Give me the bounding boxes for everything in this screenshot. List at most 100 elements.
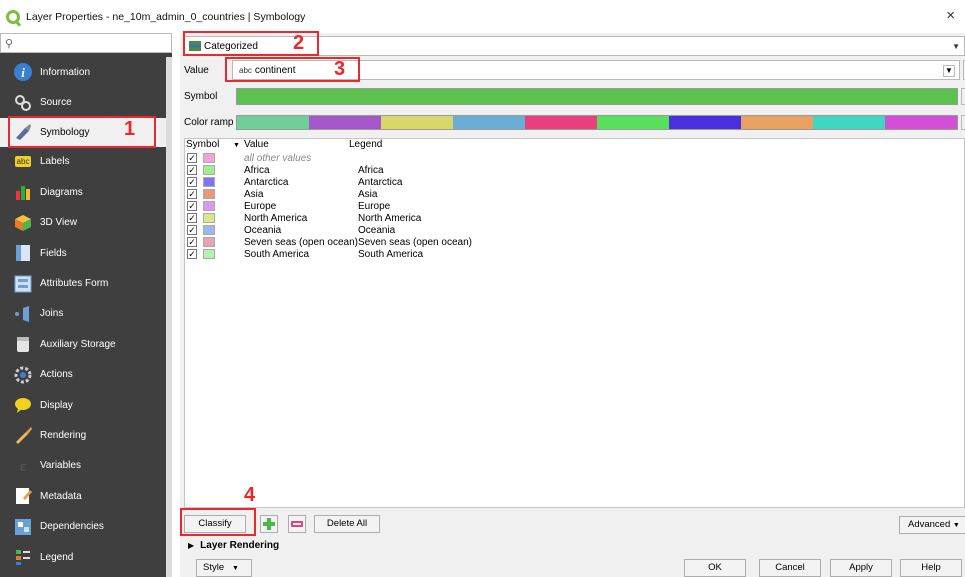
- row-checkbox[interactable]: ✓: [187, 225, 197, 235]
- sidebar-item-metadata[interactable]: Metadata: [0, 481, 166, 511]
- search-input[interactable]: [17, 36, 157, 50]
- header-legend[interactable]: Legend: [349, 139, 382, 152]
- display-icon: [12, 394, 34, 416]
- sidebar-item-dependencies[interactable]: Dependencies: [0, 511, 166, 541]
- table-row[interactable]: ✓ South America South America: [185, 248, 965, 260]
- advanced-button[interactable]: Advanced ▼: [899, 516, 965, 534]
- row-checkbox[interactable]: ✓: [187, 177, 197, 187]
- sidebar-item-attributes-form[interactable]: Attributes Form: [0, 268, 166, 298]
- chevron-down-icon: ▼: [952, 522, 960, 529]
- sidebar-item-label: Legend: [40, 551, 74, 563]
- table-row[interactable]: ✓ all other values: [185, 152, 965, 164]
- sidebar-item-display[interactable]: Display: [0, 390, 166, 420]
- row-value: all other values: [244, 152, 312, 164]
- color-ramp-stop: [741, 116, 813, 129]
- sidebar-item-actions[interactable]: Actions: [0, 360, 166, 390]
- sidebar-item-fields[interactable]: Fields: [0, 238, 166, 268]
- chevron-down-icon: ▼: [952, 42, 960, 51]
- sidebar-item-labels[interactable]: abc Labels: [0, 147, 166, 177]
- chevron-down-icon: ▼: [232, 565, 239, 572]
- color-ramp-stop: [309, 116, 381, 129]
- row-symbol-swatch[interactable]: [203, 189, 215, 199]
- table-row[interactable]: ✓ Seven seas (open ocean) Seven seas (open…: [185, 236, 965, 248]
- sidebar-search[interactable]: ⚲: [0, 33, 172, 53]
- expand-icon: ▶: [188, 541, 195, 550]
- window-titlebar: Layer Properties - ne_10m_admin_0_countr…: [0, 0, 965, 33]
- layer-rendering-toggle[interactable]: ▶ Layer Rendering: [188, 540, 279, 551]
- sidebar-item-information[interactable]: i Information: [0, 57, 166, 87]
- color-ramp-menu-button[interactable]: [961, 115, 965, 130]
- row-symbol-swatch[interactable]: [203, 225, 215, 235]
- ok-button[interactable]: OK: [684, 559, 746, 577]
- sidebar-item-auxiliary-storage[interactable]: Auxiliary Storage: [0, 329, 166, 359]
- row-value: North America: [244, 212, 308, 224]
- row-checkbox[interactable]: ✓: [187, 153, 197, 163]
- sidebar-item-label: Attributes Form: [40, 278, 109, 290]
- layer-rendering-label: Layer Rendering: [200, 540, 280, 551]
- dependencies-icon: [12, 516, 34, 538]
- row-value: Seven seas (open ocean): [244, 236, 358, 248]
- row-value: Antarctica: [244, 176, 289, 188]
- sidebar-item-source[interactable]: Source: [0, 87, 166, 117]
- sidebar-item-label: Auxiliary Storage: [40, 338, 116, 350]
- remove-category-button[interactable]: [288, 515, 306, 533]
- row-checkbox[interactable]: ✓: [187, 249, 197, 259]
- row-symbol-swatch[interactable]: [203, 237, 215, 247]
- symbol-menu-button[interactable]: [961, 88, 965, 105]
- chevron-down-icon[interactable]: ▼: [943, 65, 955, 77]
- source-icon: [12, 92, 34, 114]
- header-symbol[interactable]: Symbol: [185, 139, 233, 152]
- table-row[interactable]: ✓ Antarctica Antarctica: [185, 176, 965, 188]
- cube-icon: [12, 212, 34, 234]
- row-legend: South America: [358, 248, 424, 260]
- sidebar-item-label: Source: [40, 97, 72, 109]
- close-icon[interactable]: ×: [946, 8, 955, 23]
- color-ramp-stop: [885, 116, 957, 129]
- row-checkbox[interactable]: ✓: [187, 165, 197, 175]
- table-row[interactable]: ✓ Asia Asia: [185, 188, 965, 200]
- table-row[interactable]: ✓ Europe Europe: [185, 200, 965, 212]
- symbol-button[interactable]: [236, 88, 958, 105]
- row-symbol-swatch[interactable]: [203, 249, 215, 259]
- sidebar-item-3d-view[interactable]: 3D View: [0, 208, 166, 238]
- row-checkbox[interactable]: ✓: [187, 189, 197, 199]
- add-category-button[interactable]: [260, 515, 278, 533]
- sidebar-item-label: Dependencies: [40, 521, 104, 533]
- sidebar-item-joins[interactable]: Joins: [0, 299, 166, 329]
- row-checkbox[interactable]: ✓: [187, 213, 197, 223]
- sidebar-item-legend[interactable]: Legend: [0, 542, 166, 572]
- header-value-label: Value: [243, 139, 269, 150]
- row-symbol-swatch[interactable]: [203, 165, 215, 175]
- storage-icon: [12, 333, 34, 355]
- row-symbol-swatch[interactable]: [203, 177, 215, 187]
- sidebar-item-label: Variables: [40, 460, 81, 472]
- labels-icon: abc: [12, 151, 34, 173]
- cancel-button[interactable]: Cancel: [759, 559, 821, 577]
- table-row[interactable]: ✓ Africa Africa: [185, 164, 965, 176]
- value-label: Value: [184, 65, 209, 76]
- row-symbol-swatch[interactable]: [203, 213, 215, 223]
- sidebar-item-label: Fields: [40, 247, 67, 259]
- row-symbol-swatch[interactable]: [203, 153, 215, 163]
- categories-table[interactable]: Symbol ▼ Value Legend ✓ all other values ✓ A…: [184, 138, 965, 508]
- sidebar-item-label: Information: [40, 66, 91, 78]
- sidebar-item-label: Actions: [40, 369, 73, 381]
- help-button[interactable]: Help: [900, 559, 962, 577]
- row-value: Europe: [244, 200, 277, 212]
- style-button[interactable]: Style ▼: [196, 559, 252, 577]
- color-ramp-button[interactable]: [236, 115, 958, 130]
- header-value[interactable]: ▼ Value: [233, 139, 349, 152]
- sidebar-item-variables[interactable]: ε Variables: [0, 451, 166, 481]
- row-checkbox[interactable]: ✓: [187, 201, 197, 211]
- sidebar-scrollbar[interactable]: [166, 57, 172, 577]
- sidebar-item-diagrams[interactable]: Diagrams: [0, 177, 166, 207]
- table-row[interactable]: ✓ Oceania Oceania: [185, 224, 965, 236]
- svg-text:i: i: [21, 65, 25, 80]
- row-checkbox[interactable]: ✓: [187, 237, 197, 247]
- annotation-box-4: [180, 508, 256, 536]
- delete-all-button[interactable]: Delete All: [314, 515, 380, 533]
- row-symbol-swatch[interactable]: [203, 201, 215, 211]
- table-row[interactable]: ✓ North America North America: [185, 212, 965, 224]
- sidebar-item-rendering[interactable]: Rendering: [0, 420, 166, 450]
- apply-button[interactable]: Apply: [830, 559, 892, 577]
